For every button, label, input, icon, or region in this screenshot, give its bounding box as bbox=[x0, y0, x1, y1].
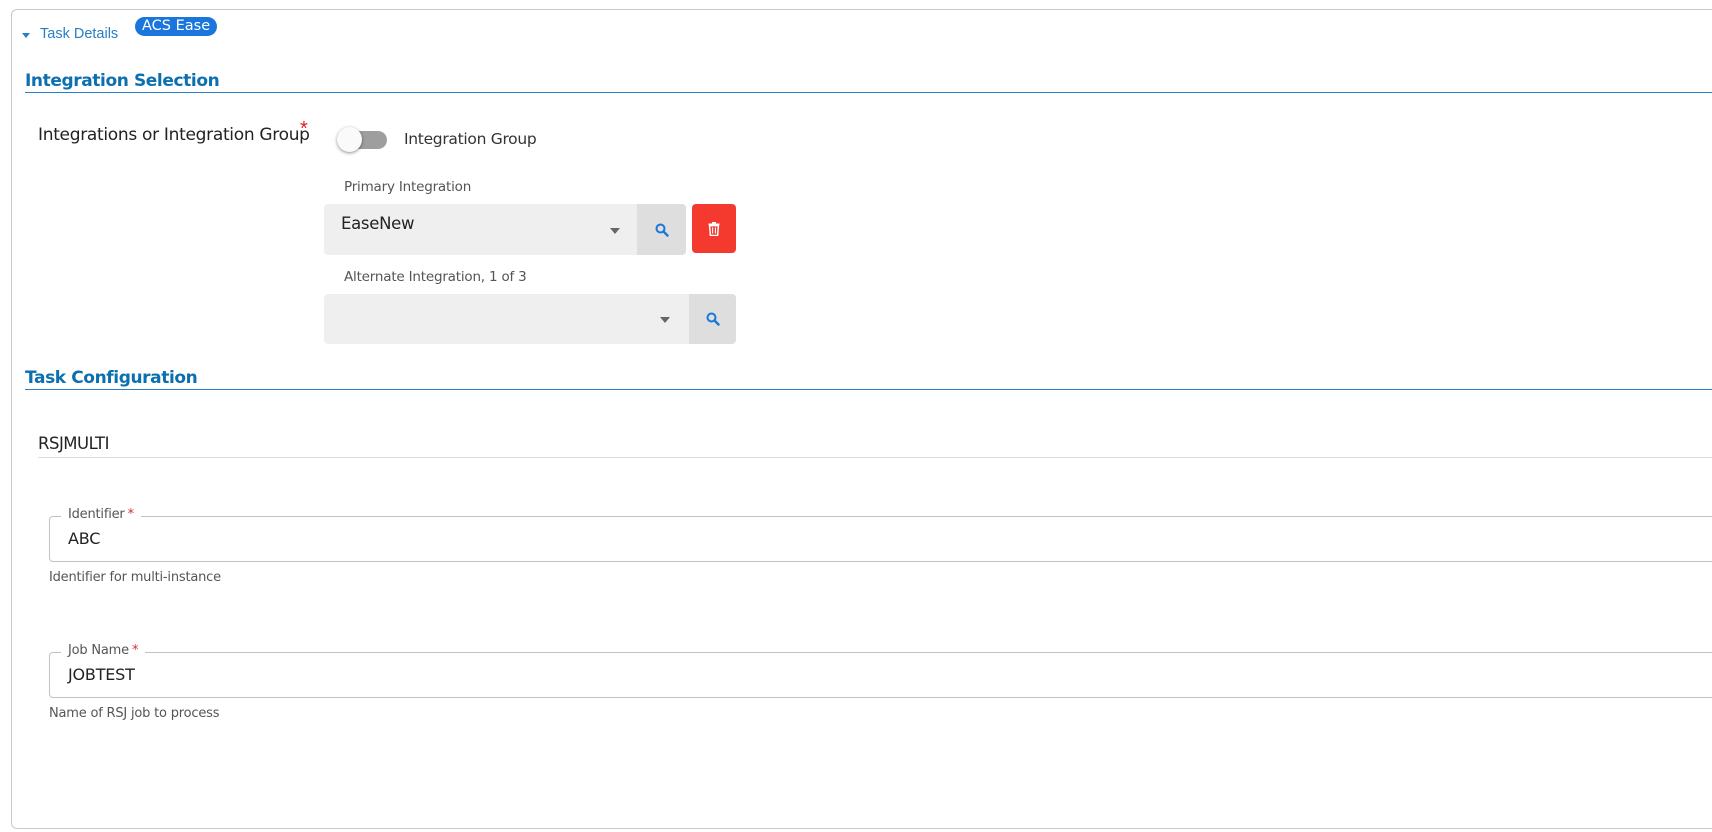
search-icon bbox=[655, 223, 669, 237]
identifier-field[interactable]: Identifier * ABC bbox=[49, 507, 1712, 562]
caret-down-icon bbox=[22, 32, 30, 38]
alternate-integration-select[interactable] bbox=[324, 294, 689, 344]
section-divider bbox=[25, 92, 1712, 93]
required-indicator: * bbox=[131, 643, 139, 658]
job-name-helper-text: Name of RSJ job to process bbox=[49, 706, 220, 721]
task-details-toggle[interactable]: Task Details bbox=[22, 26, 118, 42]
toggle-knob bbox=[337, 127, 362, 152]
section-title-task-configuration: Task Configuration bbox=[25, 368, 198, 388]
integration-type-badge: ACS Ease bbox=[135, 17, 218, 36]
required-indicator: * bbox=[127, 507, 135, 522]
search-icon bbox=[706, 312, 720, 326]
primary-integration-select[interactable]: EaseNew bbox=[324, 204, 637, 255]
identifier-helper-text: Identifier for multi-instance bbox=[49, 570, 221, 585]
trash-icon bbox=[708, 221, 720, 236]
dropdown-arrow-icon bbox=[610, 228, 620, 234]
primary-integration-value: EaseNew bbox=[341, 214, 415, 233]
job-name-field[interactable]: Job Name * JOBTEST bbox=[49, 643, 1712, 698]
alternate-search-button[interactable] bbox=[689, 294, 736, 344]
job-name-field-label: Job Name * bbox=[61, 643, 146, 658]
identifier-field-label: Identifier * bbox=[61, 507, 141, 522]
delete-integration-button[interactable] bbox=[692, 204, 736, 253]
dropdown-arrow-icon bbox=[660, 317, 670, 323]
primary-integration-label: Primary Integration bbox=[344, 179, 472, 195]
integrations-field-label: Integrations or Integration Group bbox=[38, 125, 310, 145]
section-divider bbox=[25, 389, 1712, 390]
group-divider bbox=[38, 457, 1712, 458]
integration-group-toggle[interactable] bbox=[337, 127, 387, 153]
section-title-integration-selection: Integration Selection bbox=[25, 71, 220, 91]
identifier-value: ABC bbox=[68, 529, 101, 548]
required-indicator: * bbox=[300, 118, 308, 140]
alternate-integration-label: Alternate Integration, 1 of 3 bbox=[344, 269, 527, 285]
job-name-value: JOBTEST bbox=[68, 665, 135, 684]
task-details-label: Task Details bbox=[40, 26, 119, 42]
integration-group-label: Integration Group bbox=[404, 130, 537, 148]
config-group-title: RSJMULTI bbox=[38, 434, 109, 453]
primary-search-button[interactable] bbox=[637, 204, 686, 255]
